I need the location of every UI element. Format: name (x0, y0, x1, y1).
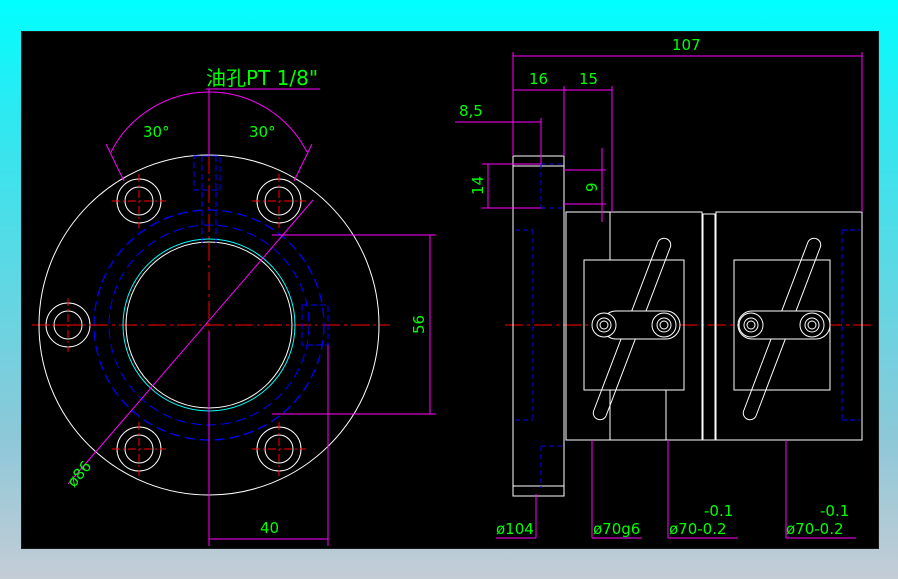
cad-drawing: 油孔PT 1/8" 30° 30° ø86 56 40 107 16 15 8,… (32, 36, 872, 546)
bolt-circle-leader (67, 199, 314, 485)
offset-dimension: 15 (579, 70, 598, 88)
bolt-hole-bottom-right (252, 422, 306, 476)
cad-drawing-canvas[interactable]: 油孔PT 1/8" 30° 30° ø86 56 40 107 16 15 8,… (21, 31, 879, 549)
height-dimension: 56 (410, 315, 428, 334)
flange-thickness-dimension: 16 (529, 70, 548, 88)
tolerance-upper-2: -0.1 (820, 502, 849, 520)
bolt-circle-dimension: ø86 (63, 457, 95, 490)
body-diameter-dimension: ø70g6 (593, 520, 640, 538)
front-view: 油孔PT 1/8" 30° 30° ø86 56 40 (32, 66, 436, 546)
oil-hole-note: 油孔PT 1/8" (206, 66, 318, 90)
tolerance-upper-1: -0.1 (704, 502, 733, 520)
angle-dimension-left: 30° (143, 123, 170, 141)
tolerance-diameter-2: ø70-0.2 (786, 520, 844, 538)
bolt-hole-top-left (112, 174, 166, 228)
hole-height-dimension: 14 (469, 176, 487, 195)
flange-diameter-dimension: ø104 (496, 520, 534, 538)
overall-length-dimension: 107 (672, 36, 701, 54)
angle-dimension-right: 30° (249, 123, 276, 141)
side-view: 107 16 15 8,5 14 9 ø104 ø70g6 -0.1 ø70-0… (455, 36, 872, 539)
hole-depth-dimension: 8,5 (459, 102, 483, 120)
bolt-hole-bottom-left (112, 422, 166, 476)
flange-profile (512, 155, 565, 497)
width-dimension: 40 (260, 519, 279, 537)
hole-diameter-dimension: 9 (583, 182, 601, 192)
spacer (702, 213, 716, 441)
tolerance-diameter-1: ø70-0.2 (669, 520, 727, 538)
bolt-hole-top-right (252, 174, 306, 228)
